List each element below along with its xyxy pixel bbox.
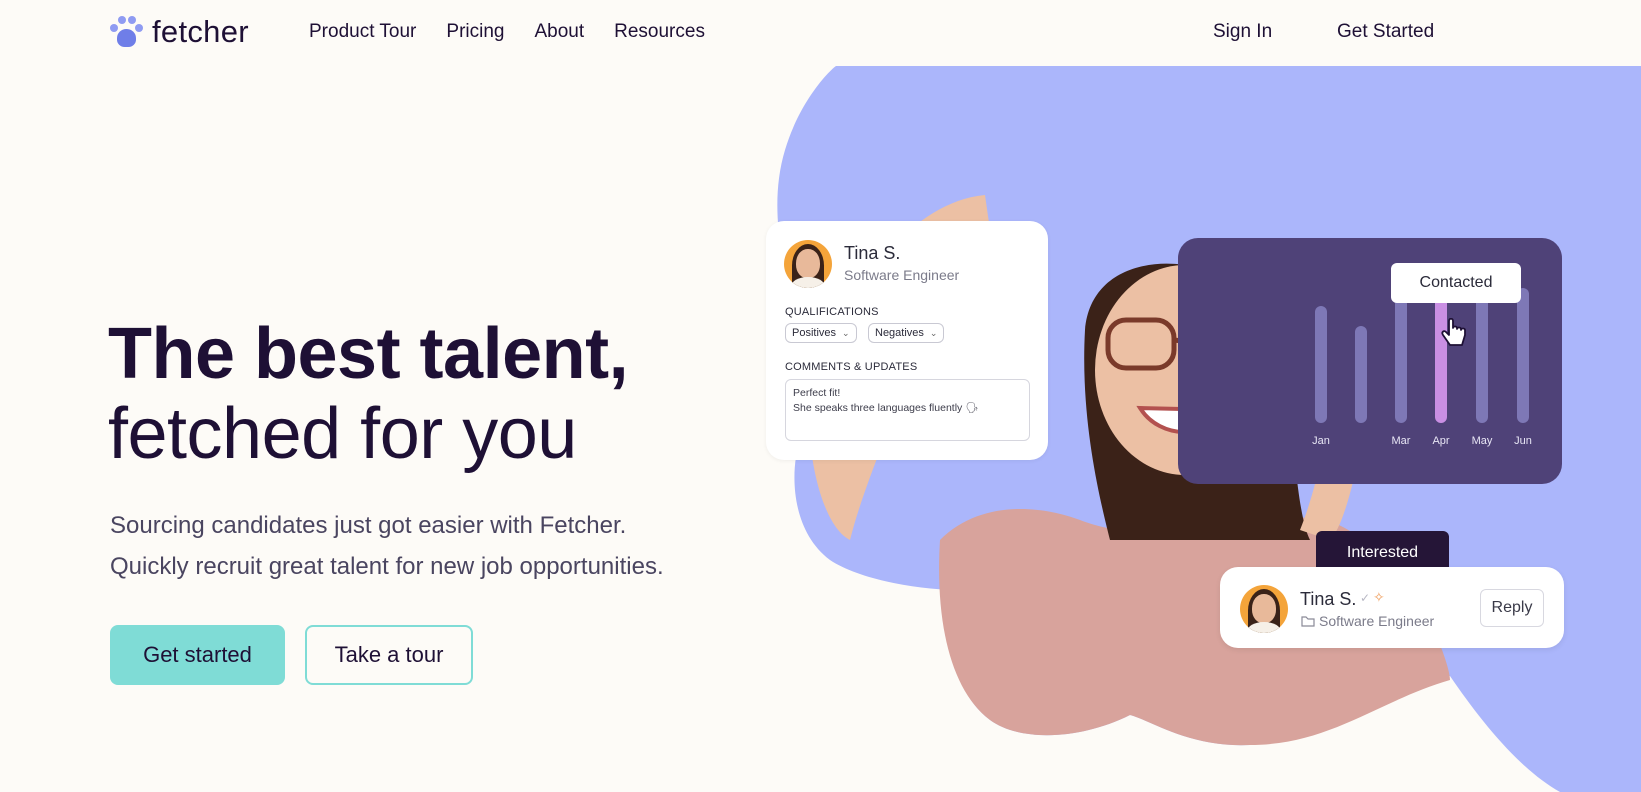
chart-bar-may [1476,296,1488,423]
chart-bar-apr [1435,288,1447,423]
comment-line-1: Perfect fit! [793,387,841,399]
negatives-label: Negatives [875,327,924,339]
chart-label-may: May [1471,435,1493,447]
chart-label-mar: Mar [1391,435,1411,447]
qualifications-label: QUALIFICATIONS [785,306,879,318]
profile-card: Tina S. Software Engineer QUALIFICATIONS… [766,221,1048,460]
positives-label: Positives [792,327,837,339]
reply-button[interactable]: Reply [1480,589,1544,627]
comments-field[interactable]: Perfect fit! She speaks three languages … [785,379,1030,441]
chart-bar-jun [1517,288,1529,423]
candidate-role: Software Engineer [1319,613,1435,629]
chart-label-jun: Jun [1514,435,1532,447]
chart-bar-mar [1395,298,1407,423]
chart-bar-jan [1315,306,1327,423]
avatar [1240,585,1288,633]
chevron-down-icon: ⌄ [842,327,850,338]
hand-cursor-icon [1441,318,1466,346]
comment-line-2: She speaks three languages fluently 🗣 [793,402,979,414]
chevron-down-icon: ⌄ [929,327,938,338]
candidate-name: Tina S. [1300,589,1357,609]
candidate-role: Software Engineer [844,267,960,283]
chart-label-jan: Jan [1312,435,1330,447]
activity-chart-card: Jan Mar Apr May Jun Contacted [1178,238,1562,484]
negatives-dropdown[interactable]: Negatives ⌄ [868,323,945,343]
chart-bar-feb [1355,326,1367,423]
avatar [784,240,832,288]
reply-card: Tina S. ✓ ✧ Software Engineer Reply [1220,567,1564,648]
candidate-name: Tina S. [844,243,901,263]
comments-label: COMMENTS & UPDATES [785,361,918,373]
sparkle-icon: ✧ [1373,589,1385,605]
positives-dropdown[interactable]: Positives ⌄ [785,323,857,343]
checkmark-icon: ✓ [1360,591,1371,605]
chart-label-apr: Apr [1432,435,1450,447]
folder-icon [1301,616,1315,627]
contacted-tooltip: Contacted [1391,263,1521,303]
